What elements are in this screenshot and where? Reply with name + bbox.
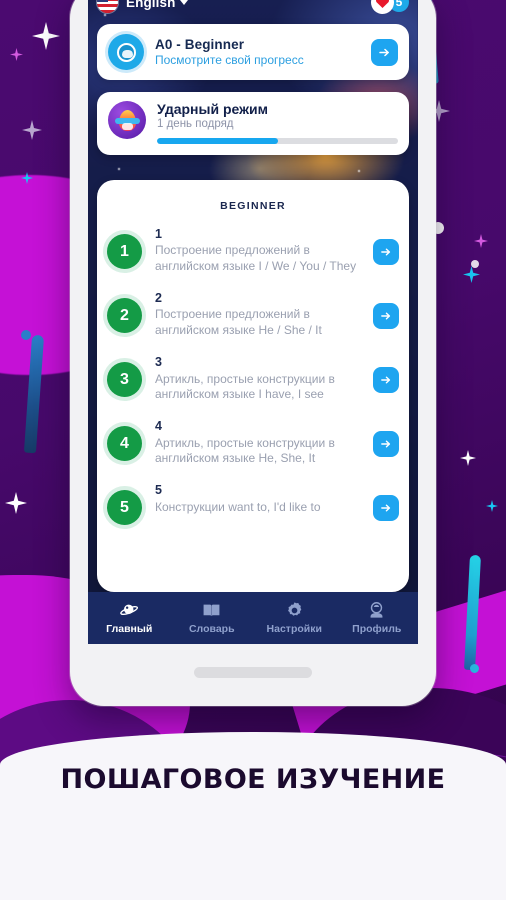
- banner-sheet: [0, 732, 506, 900]
- lesson-go-button[interactable]: [373, 495, 399, 522]
- app-header: English 5: [88, 0, 418, 20]
- lesson-index: 1: [155, 227, 162, 241]
- lesson-text: 5 Конструкции want to, I'd like to: [155, 483, 373, 515]
- arrow-right-icon: [379, 48, 389, 56]
- lesson-row[interactable]: 4 4 Артикль, простые конструкции в англи…: [107, 410, 399, 474]
- astronaut-icon: [370, 602, 383, 618]
- lesson-number-badge: 2: [107, 298, 142, 334]
- gear-icon: [287, 602, 302, 616]
- home-indicator: [194, 667, 312, 678]
- lesson-list: 1 1 Построение предложений в английском …: [97, 218, 409, 533]
- sparkle-star-icon: [10, 48, 23, 61]
- lesson-row[interactable]: 2 2 Построение предложений в английском …: [107, 282, 399, 346]
- lesson-number-badge: 5: [107, 490, 142, 526]
- sparkle-star-icon: [32, 22, 60, 50]
- promo-banner: ПОШАГОВОЕ ИЗУЧЕНИЕ: [0, 732, 506, 900]
- lesson-description: Артикль, простые конструкции в английско…: [155, 435, 335, 466]
- panel-title: BEGINNER: [220, 200, 286, 212]
- lesson-index: 2: [155, 291, 162, 306]
- lesson-row[interactable]: 3 3 Артикль, простые конструкции в англи…: [107, 346, 399, 410]
- lesson-text: 1 Построение предложений в английском яз…: [155, 227, 373, 274]
- lesson-text: 2 Построение предложений в английском яз…: [155, 291, 373, 338]
- nav-item-главный[interactable]: Главный: [88, 592, 171, 644]
- nav-item-label: Настройки: [266, 623, 322, 635]
- level-go-button[interactable]: [371, 38, 398, 66]
- lesson-description: Построение предложений в английском язык…: [155, 307, 322, 337]
- streak-subtitle: 1 день подряд: [157, 118, 234, 130]
- level-card-text: A0 - Beginner Посмотрите свой прогресс: [155, 37, 304, 67]
- level-card[interactable]: A0 - Beginner Посмотрите свой прогресс: [97, 24, 409, 80]
- lesson-index: 4: [155, 419, 162, 434]
- sparkle-star-icon: [21, 172, 33, 184]
- lesson-text: 4 Артикль, простые конструкции в английс…: [155, 419, 373, 466]
- lesson-number-badge: 4: [107, 426, 142, 462]
- us-flag-icon[interactable]: [97, 0, 118, 13]
- comet-head-dot: [21, 330, 31, 340]
- lesson-index: 3: [155, 355, 162, 370]
- arrow-right-icon: [381, 376, 391, 384]
- nav-item-настройки[interactable]: Настройки: [253, 592, 336, 644]
- comet-head-dot: [470, 664, 479, 673]
- lesson-description: Артикль, простые конструкции в английско…: [155, 371, 335, 401]
- chevron-down-icon[interactable]: [180, 0, 189, 5]
- lesson-description: Конструкции want to, I'd like to: [155, 499, 321, 514]
- lesson-go-button[interactable]: [373, 431, 399, 458]
- streak-card-text: Ударный режим 1 день подряд: [157, 101, 398, 144]
- nav-item-профиль[interactable]: Профиль: [336, 592, 419, 644]
- astronaut-helmet-icon: [108, 34, 144, 70]
- lesson-go-button[interactable]: [373, 367, 399, 394]
- language-label[interactable]: English: [126, 0, 175, 10]
- sparkle-star-icon: [486, 500, 498, 512]
- nav-item-label: Словарь: [188, 623, 235, 635]
- header-status-group: 5: [371, 0, 409, 14]
- book-icon: [203, 604, 220, 617]
- nav-item-label: Главный: [106, 623, 153, 635]
- planet-icon: [119, 604, 138, 615]
- sparkle-star-icon: [474, 234, 488, 248]
- arrow-right-icon: [381, 248, 391, 256]
- nav-item-label: Профиль: [352, 623, 402, 635]
- streak-progress-fill: [157, 138, 278, 144]
- bottom-navigation: Главный Словарь Настройки Профиль: [88, 592, 418, 644]
- lesson-row[interactable]: 5 5 Конструкции want to, I'd like to: [107, 474, 399, 533]
- lesson-description: Построение предложений в английском язык…: [155, 243, 357, 273]
- lesson-go-button[interactable]: [373, 239, 399, 265]
- lesson-row[interactable]: 1 1 Построение предложений в английском …: [107, 218, 399, 282]
- level-title: A0 - Beginner: [155, 37, 245, 52]
- lesson-go-button[interactable]: [373, 303, 399, 330]
- lesson-number-badge: 1: [107, 234, 142, 269]
- phone-screen: English 5 A0 - Beginner Посмотрите свой …: [88, 0, 418, 644]
- arrow-right-icon: [381, 440, 391, 448]
- lesson-panel: BEGINNER 1 1 Построение предложений в ан…: [97, 180, 409, 592]
- lesson-number-badge: 3: [107, 362, 142, 398]
- sparkle-star-icon: [5, 492, 27, 514]
- banner-headline: ПОШАГОВОЕ ИЗУЧЕНИЕ: [60, 764, 446, 795]
- arrow-right-icon: [381, 504, 391, 512]
- streak-title: Ударный режим: [157, 101, 269, 117]
- nav-item-словарь[interactable]: Словарь: [171, 592, 254, 644]
- phone-mockup: English 5 A0 - Beginner Посмотрите свой …: [70, 0, 436, 706]
- streak-flame-icon: [108, 101, 146, 139]
- arrow-right-icon: [381, 312, 391, 320]
- streak-progress-bar: [157, 138, 398, 144]
- lesson-text: 3 Артикль, простые конструкции в английс…: [155, 355, 373, 402]
- heart-icon[interactable]: [371, 0, 394, 14]
- streak-card[interactable]: Ударный режим 1 день подряд: [97, 92, 409, 155]
- lesson-index: 5: [155, 483, 162, 498]
- level-subtitle: Посмотрите свой прогресс: [155, 53, 304, 67]
- sparkle-star-icon: [463, 266, 480, 283]
- sparkle-star-icon: [460, 450, 476, 466]
- sparkle-star-icon: [22, 120, 42, 140]
